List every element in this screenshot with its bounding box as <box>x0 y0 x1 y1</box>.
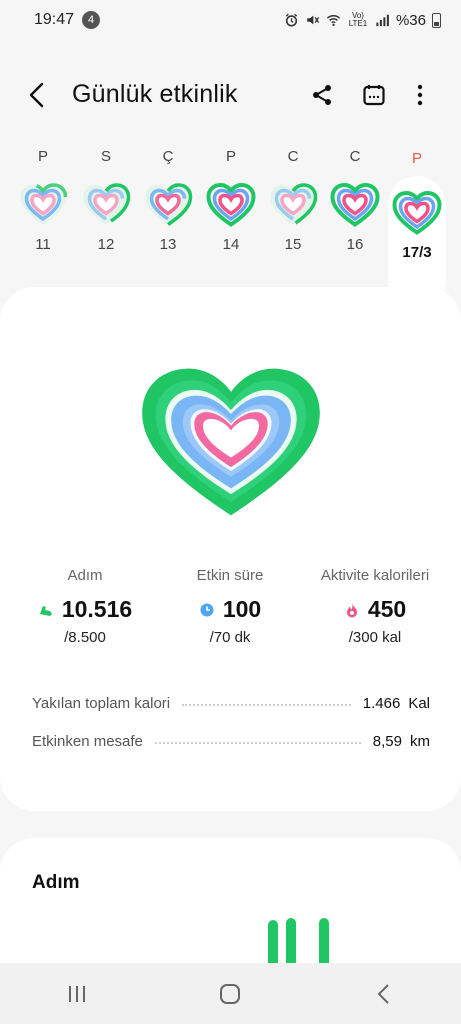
day-number: 12 <box>97 236 115 253</box>
battery-percent: %36 <box>395 11 426 29</box>
day-letter: P <box>37 148 48 165</box>
flame-icon <box>346 602 357 617</box>
steps-bar <box>268 920 278 965</box>
clock-icon <box>200 603 214 616</box>
home-button[interactable] <box>210 974 250 1014</box>
signal-icon <box>376 14 389 27</box>
distance-value: 8,59 <box>372 732 402 750</box>
calendar-button[interactable] <box>359 80 389 110</box>
total-calories-label: Yakılan toplam kalori <box>32 694 171 712</box>
steps-bar <box>319 918 329 965</box>
share-button[interactable] <box>307 80 337 110</box>
network-label: Vo) LTE1 <box>348 11 368 28</box>
day-number: 13 <box>159 236 177 253</box>
day-number: 17/3 <box>402 244 432 261</box>
active-time-label: Etkin süre <box>196 567 264 584</box>
steps-value: 10.516 <box>61 596 133 622</box>
nav-back-button[interactable] <box>364 974 404 1014</box>
recents-icon <box>68 985 85 1002</box>
summary-stats: Adım 10.516 /8.500 Etkin süre 100 /70 dk… <box>0 567 461 657</box>
steps-card-title: Adım <box>32 872 80 893</box>
dotted-leader <box>154 742 361 744</box>
day-letter: P <box>225 148 236 165</box>
app-bar: Günlük etkinlik <box>0 70 461 120</box>
activity-heart-icon <box>18 183 68 226</box>
calories-stat[interactable]: Aktivite kalorileri 450 /300 kal <box>290 567 460 646</box>
day-letter: C <box>287 148 299 165</box>
more-options-button[interactable] <box>405 80 435 110</box>
day-item[interactable]: C 15 <box>264 140 322 275</box>
active-time-value: 100 <box>222 596 262 622</box>
activity-heart-icon <box>270 183 318 225</box>
day-number: 15 <box>284 236 302 253</box>
activity-heart-icon <box>392 190 442 235</box>
steps-label: Adım <box>67 567 103 584</box>
notification-count-badge: 4 <box>82 11 101 29</box>
home-icon <box>220 983 241 1004</box>
total-calories-row: Yakılan toplam kalori 1.466 Kal <box>32 692 430 714</box>
total-calories-unit: Kal <box>408 694 430 712</box>
steps-bar <box>286 918 296 965</box>
day-letter: Ç <box>162 148 174 165</box>
active-time-goal: /70 dk <box>209 629 251 646</box>
steps-goal: /8.500 <box>64 629 106 646</box>
share-icon <box>313 85 331 105</box>
battery-icon <box>432 12 441 28</box>
day-letter: P <box>411 150 422 167</box>
recents-button[interactable] <box>57 974 97 1014</box>
distance-label: Etkinken mesafe <box>32 732 143 750</box>
day-selector: P 11 S 12 Ç 13 P 14 C 15 C 16 P 17/3 <box>12 140 452 308</box>
steps-stat[interactable]: Adım 10.516 /8.500 <box>0 567 170 646</box>
day-letter: C <box>349 148 361 165</box>
day-number: 16 <box>346 236 364 253</box>
day-letter: S <box>100 148 111 165</box>
day-item[interactable]: Ç 13 <box>139 140 197 275</box>
day-item[interactable]: S 12 <box>77 140 135 275</box>
calendar-icon <box>363 85 385 106</box>
daily-summary-card: Adım 10.516 /8.500 Etkin süre 100 /70 dk… <box>0 287 461 811</box>
shoe-icon <box>39 605 52 616</box>
calories-label: Aktivite kalorileri <box>320 567 430 584</box>
back-arrow-icon <box>29 82 44 108</box>
activity-heart-icon <box>145 183 193 226</box>
back-chevron-icon <box>377 983 389 1004</box>
alarm-icon <box>285 13 298 27</box>
active-time-stat[interactable]: Etkin süre 100 /70 dk <box>150 567 310 646</box>
distance-unit: km <box>410 732 430 750</box>
activity-heart-icon <box>83 183 131 225</box>
activity-rings-heart <box>142 368 320 516</box>
day-item[interactable]: C 16 <box>326 140 384 275</box>
status-bar: 19:47 4 Vo) LTE1 %36 <box>0 0 461 40</box>
activity-heart-icon <box>206 182 256 227</box>
dotted-leader <box>182 704 351 706</box>
more-vertical-icon <box>417 84 423 106</box>
distance-row: Etkinken mesafe 8,59 km <box>32 730 430 752</box>
day-number: 11 <box>35 236 51 253</box>
mute-icon <box>307 15 320 25</box>
system-nav-bar <box>0 963 461 1024</box>
day-item[interactable]: P 11 <box>14 140 72 275</box>
back-button[interactable] <box>22 80 52 110</box>
wifi-icon <box>326 15 341 26</box>
total-calories-value: 1.466 <box>362 694 401 712</box>
page-title: Günlük etkinlik <box>72 80 238 108</box>
calories-goal: /300 kal <box>348 629 402 646</box>
day-number: 14 <box>222 236 240 253</box>
status-time: 19:47 <box>34 11 75 28</box>
activity-heart-icon <box>330 182 380 227</box>
day-item[interactable]: P 14 <box>202 140 260 275</box>
calories-value: 450 <box>367 596 407 622</box>
